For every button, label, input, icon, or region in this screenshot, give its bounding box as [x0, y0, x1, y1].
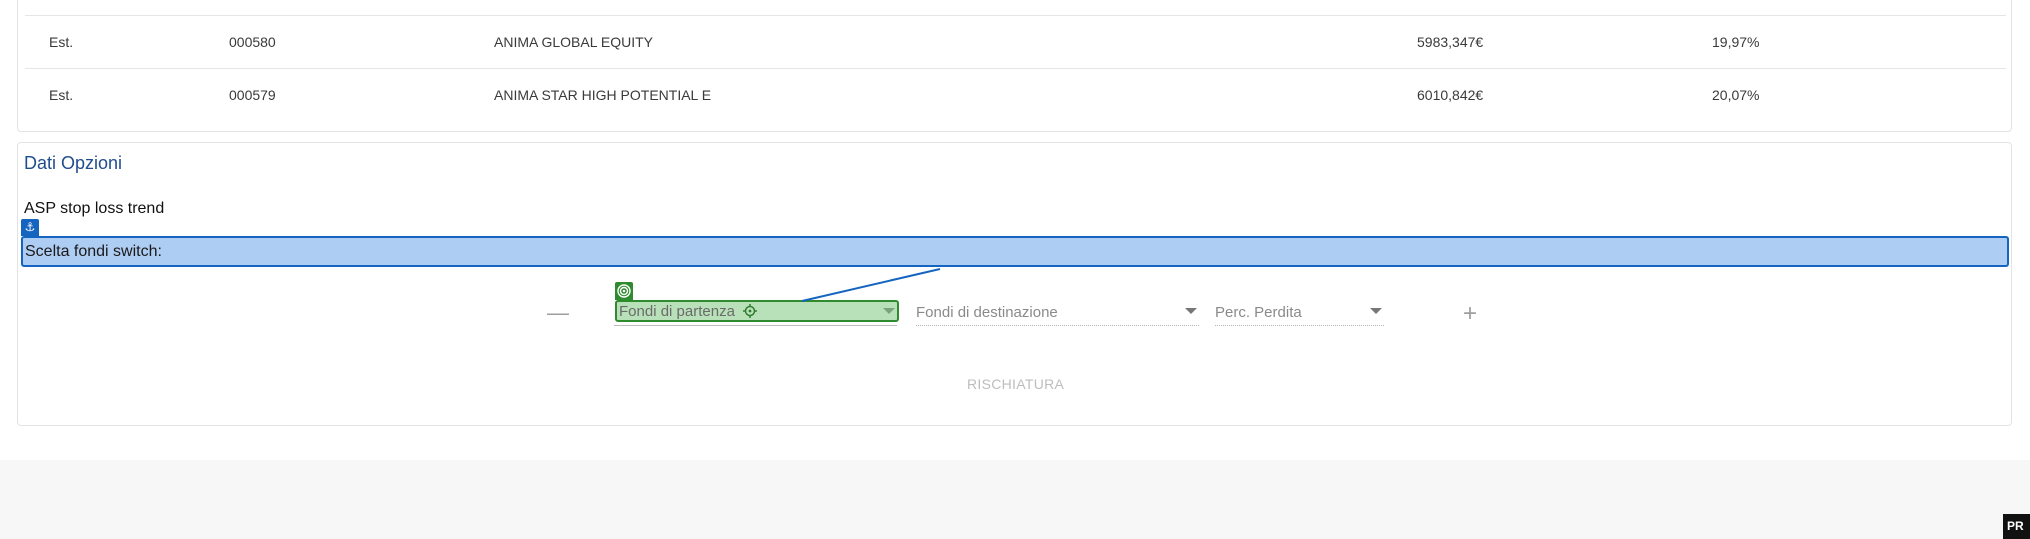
target-icon — [615, 282, 633, 300]
loss-percent-select[interactable]: Perc. Perdita — [1215, 299, 1384, 326]
asp-stop-loss-label: ASP stop loss trend — [24, 200, 165, 217]
switch-funds-label: Scelta fondi switch: — [25, 243, 162, 260]
table-row: Est. 000579 ANIMA STAR HIGH POTENTIAL E … — [25, 69, 2006, 121]
switch-funds-field[interactable]: Scelta fondi switch: — [21, 236, 2009, 267]
fund-name-cell: ANIMA GLOBAL EQUITY — [494, 34, 653, 50]
loss-percent-placeholder: Perc. Perdita — [1215, 304, 1302, 321]
destination-fund-select[interactable]: Fondi di destinazione — [916, 299, 1199, 326]
fund-code-cell: 000579 — [229, 87, 276, 103]
fund-percent-cell: 20,07% — [1712, 87, 1760, 103]
options-card: Dati Opzioni ASP stop loss trend ⚓ Scelt… — [17, 142, 2012, 426]
destination-fund-placeholder: Fondi di destinazione — [916, 304, 1058, 321]
fund-type-cell: Est. — [49, 34, 74, 50]
table-row: Est. 000580 ANIMA GLOBAL EQUITY 5983,347… — [25, 16, 2006, 69]
page-footer — [0, 460, 2030, 539]
fund-type-cell: Est. — [49, 87, 74, 103]
fund-code-cell: 000580 — [229, 34, 276, 50]
funds-table: Est. 000580 ANIMA GLOBAL EQUITY 5983,347… — [17, 0, 2012, 132]
table-row-partial — [25, 0, 2006, 16]
source-fund-placeholder: Fondi di partenza — [619, 303, 735, 320]
add-row-button[interactable]: + — [1459, 302, 1481, 326]
section-title: Dati Opzioni — [24, 153, 123, 173]
fund-percent-cell: 19,97% — [1712, 34, 1760, 50]
fund-amount-cell: 6010,842€ — [1417, 87, 1484, 103]
chevron-down-icon — [1185, 308, 1197, 314]
anchor-icon: ⚓ — [21, 219, 39, 236]
rischiatura-button[interactable]: RISCHIATURA — [967, 376, 1064, 392]
remove-row-button[interactable]: — — [547, 302, 569, 324]
fund-amount-cell: 5983,347€ — [1417, 34, 1484, 50]
fund-name-cell: ANIMA STAR HIGH POTENTIAL E — [494, 87, 712, 103]
crosshair-icon — [743, 304, 757, 318]
corner-badge: PR — [2003, 514, 2030, 539]
source-fund-highlight[interactable]: Fondi di partenza — [615, 300, 899, 322]
chevron-down-icon — [1370, 308, 1382, 314]
